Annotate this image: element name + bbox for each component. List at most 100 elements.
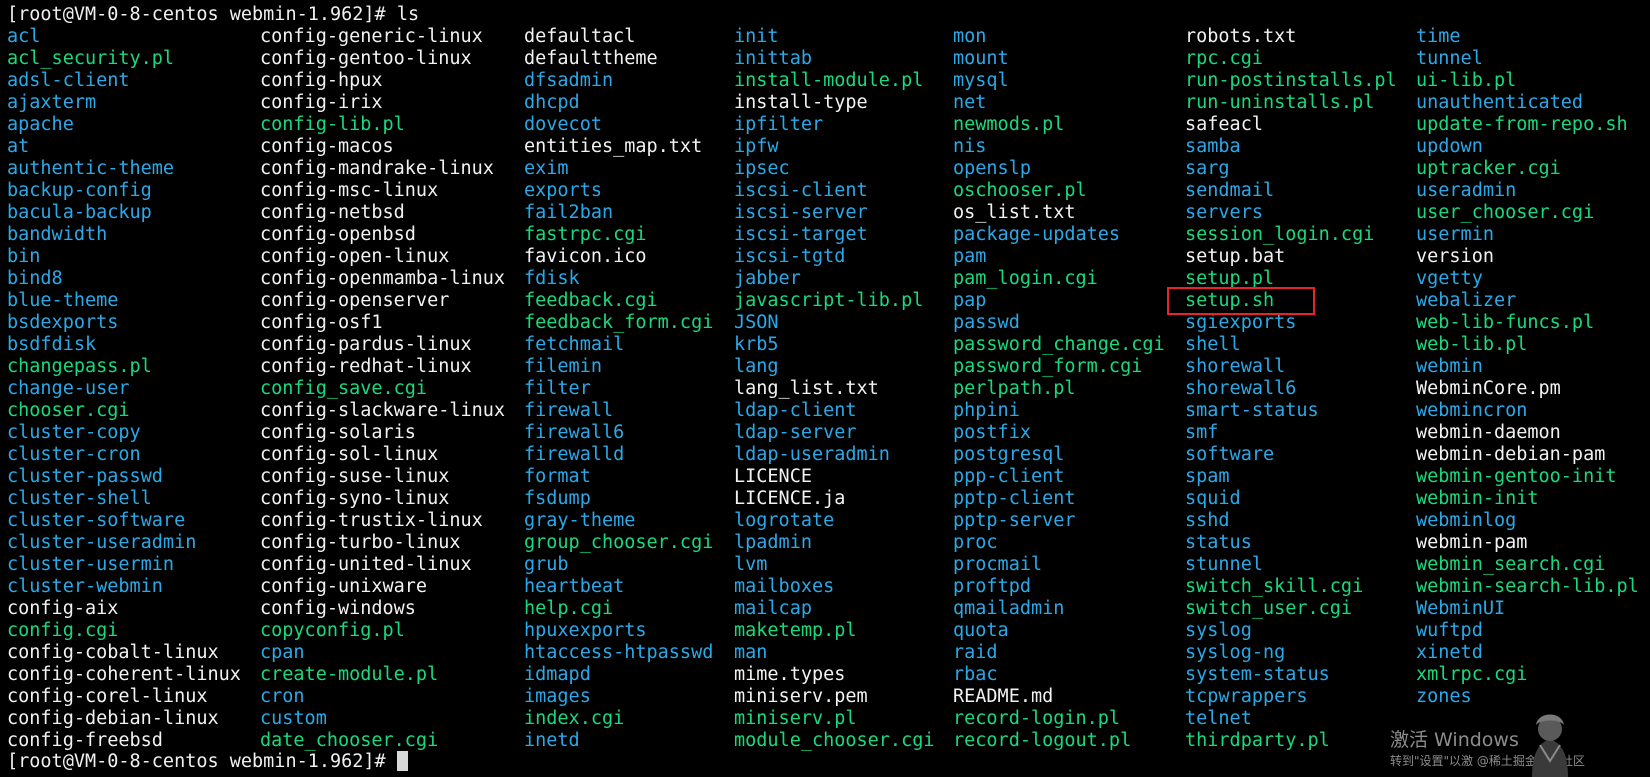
directory-entry-cluster-webmin: cluster-webmin xyxy=(7,576,163,597)
directory-entry-ipfilter: ipfilter xyxy=(734,114,824,135)
directory-entry-qmailadmin: qmailadmin xyxy=(953,598,1065,619)
directory-entry-cluster-software: cluster-software xyxy=(7,510,186,531)
directory-entry-quota: quota xyxy=(953,620,1009,641)
file-entry-config-freebsd: config-freebsd xyxy=(7,730,163,751)
file-entry-config-openbsd: config-openbsd xyxy=(260,224,416,245)
directory-entry-software: software xyxy=(1185,444,1275,465)
file-entry-config-cobalt-linux: config-cobalt-linux xyxy=(7,642,219,663)
file-entry-webmin-daemon: webmin-daemon xyxy=(1416,422,1561,443)
directory-entry-exports: exports xyxy=(524,180,602,201)
file-entry-group-chooser-cgi: group_chooser.cgi xyxy=(524,532,714,553)
directory-entry-krb5: krb5 xyxy=(734,334,779,355)
file-entry-miniserv-pl: miniserv.pl xyxy=(734,708,857,729)
file-entry-update-from-repo-sh: update-from-repo.sh xyxy=(1416,114,1628,135)
file-entry-webmin-init: webmin-init xyxy=(1416,488,1539,509)
directory-entry-cron: cron xyxy=(260,686,305,707)
directory-entry-postgresql: postgresql xyxy=(953,444,1065,465)
file-entry-fastrpc-cgi: fastrpc.cgi xyxy=(524,224,647,245)
directory-entry-status: status xyxy=(1185,532,1252,553)
file-entry-newmods-pl: newmods.pl xyxy=(953,114,1065,135)
file-entry-switch-skill-cgi: switch_skill.cgi xyxy=(1185,576,1364,597)
directory-entry-authentic-theme: authentic-theme xyxy=(7,158,175,179)
file-entry-webmin-search-cgi: webmin_search.cgi xyxy=(1416,554,1606,575)
directory-entry-gray-theme: gray-theme xyxy=(524,510,636,531)
file-entry-feedback-cgi: feedback.cgi xyxy=(524,290,658,311)
file-entry-config-irix: config-irix xyxy=(260,92,383,113)
file-entry-config-pardus-linux: config-pardus-linux xyxy=(260,334,472,355)
directory-entry-hpuxexports: hpuxexports xyxy=(524,620,647,641)
directory-entry-cluster-shell: cluster-shell xyxy=(7,488,152,509)
directory-entry-shell: shell xyxy=(1185,334,1241,355)
file-entry-pam-login-cgi: pam_login.cgi xyxy=(953,268,1098,289)
directory-entry-inittab: inittab xyxy=(734,48,812,69)
file-entry-thirdparty-pl: thirdparty.pl xyxy=(1185,730,1330,751)
file-entry-config-trustix-linux: config-trustix-linux xyxy=(260,510,483,531)
directory-entry-updown: updown xyxy=(1416,136,1483,157)
directory-entry-backup-config: backup-config xyxy=(7,180,152,201)
directory-entry-lvm: lvm xyxy=(734,554,768,575)
file-entry-index-cgi: index.cgi xyxy=(524,708,625,729)
file-entry-config-gentoo-linux: config-gentoo-linux xyxy=(260,48,472,69)
setup-sh-highlight-box xyxy=(1167,287,1315,315)
directory-entry-filemin: filemin xyxy=(524,356,602,377)
directory-entry-bsdfdisk: bsdfdisk xyxy=(7,334,97,355)
directory-entry-acl: acl xyxy=(7,26,41,47)
file-entry-defaulttheme: defaulttheme xyxy=(524,48,658,69)
file-entry-setup-bat: setup.bat xyxy=(1185,246,1286,267)
directory-entry-bind8: bind8 xyxy=(7,268,63,289)
active-prompt-line[interactable]: [root@VM-0-8-centos webmin-1.962]# xyxy=(7,751,408,773)
file-entry-config-suse-linux: config-suse-linux xyxy=(260,466,450,487)
file-entry-lang-list-txt: lang_list.txt xyxy=(734,378,879,399)
file-entry-config-macos: config-macos xyxy=(260,136,394,157)
file-entry-changepass-pl: changepass.pl xyxy=(7,356,152,377)
directory-entry-lang: lang xyxy=(734,356,779,377)
terminal-window[interactable]: [root@VM-0-8-centos webmin-1.962]# ls ac… xyxy=(0,0,1650,777)
file-entry-password-change-cgi: password_change.cgi xyxy=(953,334,1165,355)
file-entry-safeacl: safeacl xyxy=(1185,114,1263,135)
file-entry-config-aix: config-aix xyxy=(7,598,119,619)
directory-entry-cluster-cron: cluster-cron xyxy=(7,444,141,465)
directory-entry-iscsi-server: iscsi-server xyxy=(734,202,868,223)
file-entry-feedback-form-cgi: feedback_form.cgi xyxy=(524,312,714,333)
directory-entry-adsl-client: adsl-client xyxy=(7,70,130,91)
directory-entry-ajaxterm: ajaxterm xyxy=(7,92,97,113)
directory-entry-sshd: sshd xyxy=(1185,510,1230,531)
directory-entry-idmapd: idmapd xyxy=(524,664,591,685)
file-entry-config-redhat-linux: config-redhat-linux xyxy=(260,356,472,377)
file-entry-config-open-linux: config-open-linux xyxy=(260,246,450,267)
file-entry-web-lib-funcs-pl: web-lib-funcs.pl xyxy=(1416,312,1595,333)
listing-column-7: time tunnel ui-lib.pl unauthenticated update… xyxy=(1416,26,1639,708)
directory-entry-ppp-client: ppp-client xyxy=(953,466,1065,487)
file-entry-oschooser-pl: oschooser.pl xyxy=(953,180,1087,201)
directory-entry-ldap-useradmin: ldap-useradmin xyxy=(734,444,890,465)
file-entry-date-chooser-cgi: date_chooser.cgi xyxy=(260,730,439,751)
directory-entry-nis: nis xyxy=(953,136,987,157)
directory-entry-images: images xyxy=(524,686,591,707)
file-entry-install-module-pl: install-module.pl xyxy=(734,70,924,91)
file-entry-config-coherent-linux: config-coherent-linux xyxy=(7,664,241,685)
directory-entry-firewalld: firewalld xyxy=(524,444,625,465)
file-entry-readme-md: README.md xyxy=(953,686,1054,707)
listing-column-1: acl acl_security.pl adsl-client ajaxterm apa… xyxy=(7,26,241,752)
directory-entry-system-status: system-status xyxy=(1185,664,1330,685)
file-entry-config-syno-linux: config-syno-linux xyxy=(260,488,450,509)
file-entry-record-login-pl: record-login.pl xyxy=(953,708,1121,729)
directory-entry-sarg: sarg xyxy=(1185,158,1230,179)
directory-entry-sendmail: sendmail xyxy=(1185,180,1275,201)
directory-entry-webminui: WebminUI xyxy=(1416,598,1506,619)
file-entry-config-solaris: config-solaris xyxy=(260,422,416,443)
file-entry-config-unixware: config-unixware xyxy=(260,576,428,597)
file-entry-config-generic-linux: config-generic-linux xyxy=(260,26,483,47)
file-entry-config-lib-pl: config-lib.pl xyxy=(260,114,405,135)
directory-entry-pam: pam xyxy=(953,246,987,267)
directory-entry-ipfw: ipfw xyxy=(734,136,779,157)
directory-entry-servers: servers xyxy=(1185,202,1263,223)
file-entry-webmin-search-lib-pl: webmin-search-lib.pl xyxy=(1416,576,1639,597)
file-entry-copyconfig-pl: copyconfig.pl xyxy=(260,620,405,641)
file-entry-miniserv-pem: miniserv.pem xyxy=(734,686,868,707)
file-entry-chooser-cgi: chooser.cgi xyxy=(7,400,130,421)
file-entry-config-turbo-linux: config-turbo-linux xyxy=(260,532,461,553)
file-entry-licence-ja: LICENCE.ja xyxy=(734,488,846,509)
directory-entry-change-user: change-user xyxy=(7,378,130,399)
directory-entry-proc: proc xyxy=(953,532,998,553)
